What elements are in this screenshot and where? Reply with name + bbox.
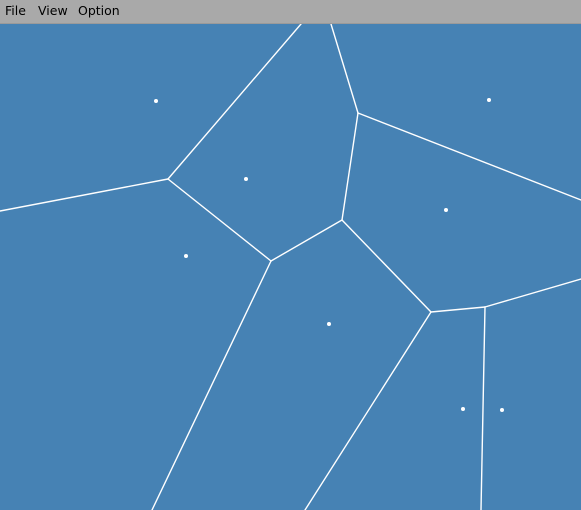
menu-bar: File View Option — [0, 0, 581, 24]
menu-view[interactable]: View — [37, 3, 69, 19]
voronoi-site — [461, 407, 465, 411]
canvas-background — [0, 24, 581, 510]
voronoi-site — [184, 254, 188, 258]
voronoi-site — [327, 322, 331, 326]
voronoi-site — [500, 408, 504, 412]
voronoi-site — [154, 99, 158, 103]
menu-option[interactable]: Option — [77, 3, 121, 19]
voronoi-diagram — [0, 24, 581, 510]
voronoi-site — [244, 177, 248, 181]
voronoi-site — [444, 208, 448, 212]
menu-file[interactable]: File — [4, 3, 27, 19]
voronoi-canvas[interactable] — [0, 24, 581, 510]
voronoi-site — [487, 98, 491, 102]
app-window: File View Option — [0, 0, 581, 510]
